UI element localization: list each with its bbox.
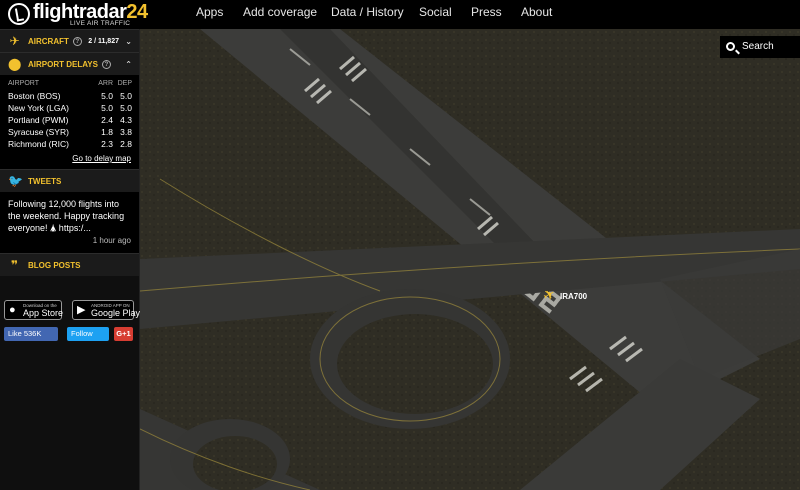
dep-delay: 4.3 (120, 115, 132, 125)
delays-panel: AIRPORT ARR DEP Boston (BOS) 5.0 5.0 New… (0, 75, 139, 169)
google-plus-button[interactable]: G+1 (114, 327, 133, 341)
airport-name: Syracuse (SYR) (8, 127, 69, 137)
table-row[interactable]: Richmond (RIC) 2.3 2.8 (8, 138, 132, 150)
col-dep: DEP (117, 80, 132, 87)
table-row[interactable]: Syracuse (SYR) 1.8 3.8 (8, 126, 132, 138)
quote-icon: ❞ (10, 258, 19, 272)
help-icon[interactable]: ? (101, 60, 111, 69)
location-pin-icon: ⬤ (8, 57, 22, 71)
chevron-up-icon[interactable]: ⌃ (125, 53, 132, 76)
arr-delay: 2.4 (101, 115, 113, 125)
nav-social[interactable]: Social (419, 0, 452, 29)
google-play-label: Google Play (91, 308, 141, 318)
logo-icon (8, 3, 30, 25)
plane-icon: ✈ (9, 34, 20, 48)
arr-delay: 5.0 (101, 91, 113, 101)
play-icon: ▶ (77, 304, 86, 316)
col-airport: AIRPORT (8, 80, 39, 87)
arr-delay: 2.3 (101, 139, 113, 149)
logo[interactable]: flightradar24 LIVE AIR TRAFFIC (8, 1, 148, 29)
airport-name: New York (LGA) (8, 103, 69, 113)
tweets-title: TWEETS (28, 177, 62, 186)
nav-press[interactable]: Press (471, 0, 502, 29)
tweet-time: 1 hour ago (92, 236, 131, 245)
search-icon (726, 42, 735, 51)
delays-header[interactable]: ⬤ AIRPORT DELAYS? ⌃ (0, 52, 139, 75)
table-row[interactable]: Portland (PWM) 2.4 4.3 (8, 114, 132, 126)
logo-tagline: LIVE AIR TRAFFIC (70, 20, 131, 27)
map-view[interactable] (140, 29, 800, 490)
nav-add-coverage[interactable]: Add coverage (243, 0, 317, 29)
social-buttons: Like 536K Follow G+1 (4, 326, 136, 342)
app-store-label: App Store (23, 308, 64, 318)
twitter-follow-button[interactable]: Follow (67, 327, 109, 341)
delay-map-link[interactable]: Go to delay map (8, 154, 131, 163)
search-button[interactable]: Search (720, 36, 800, 58)
apple-icon: ● (9, 304, 16, 316)
nav-about[interactable]: About (521, 0, 552, 29)
blog-title: BLOG POSTS (28, 261, 81, 270)
airport-name: Portland (PWM) (8, 115, 69, 125)
delays-table: AIRPORT ARR DEP Boston (BOS) 5.0 5.0 New… (8, 79, 132, 150)
top-bar: flightradar24 LIVE AIR TRAFFIC Apps Add … (0, 0, 800, 29)
chevron-down-icon[interactable]: ⌄ (125, 30, 132, 53)
delays-title: AIRPORT DELAYS (28, 60, 98, 69)
aircraft-header[interactable]: ✈ AIRCRAFT? 2 / 11,827 ⌄ (0, 29, 139, 52)
arr-delay: 5.0 (101, 103, 113, 113)
tweet-item[interactable]: Following 12,000 flights into the weeken… (0, 192, 139, 253)
aircraft-title: AIRCRAFT (28, 37, 69, 46)
nav-data-history[interactable]: Data / History (331, 0, 404, 29)
tweet-text: Following 12,000 flights into the weeken… (8, 199, 125, 233)
aircraft-callsign[interactable]: IRA700 (560, 292, 587, 301)
twitter-bird-icon: 🐦 (8, 174, 23, 188)
google-play-button[interactable]: ▶ ANDROID APP ON Google Play (72, 300, 140, 320)
col-arr: ARR (98, 80, 113, 87)
help-icon[interactable]: ? (72, 37, 82, 46)
facebook-like-button[interactable]: Like 536K (4, 327, 58, 341)
dep-delay: 5.0 (120, 91, 132, 101)
aircraft-count: 2 / 11,827 (88, 38, 119, 45)
search-label: Search (742, 41, 774, 52)
dep-delay: 2.8 (120, 139, 132, 149)
nav-apps[interactable]: Apps (196, 0, 223, 29)
app-store-button[interactable]: ● Download on the App Store (4, 300, 64, 320)
airport-name: Boston (BOS) (8, 91, 61, 101)
table-row[interactable]: Boston (BOS) 5.0 5.0 (8, 90, 132, 102)
blog-header[interactable]: ❞ BLOG POSTS (0, 253, 139, 276)
airport-name: Richmond (RIC) (8, 139, 69, 149)
sidebar: ✈ AIRCRAFT? 2 / 11,827 ⌄ ⬤ AIRPORT DELAY… (0, 29, 140, 490)
map-imagery (140, 29, 800, 490)
store-badges: ● Download on the App Store ▶ ANDROID AP… (4, 300, 140, 322)
dep-delay: 5.0 (120, 103, 132, 113)
tweets-header[interactable]: 🐦 TWEETS (0, 169, 139, 192)
dep-delay: 3.8 (120, 127, 132, 137)
arr-delay: 1.8 (101, 127, 113, 137)
table-row[interactable]: New York (LGA) 5.0 5.0 (8, 102, 132, 114)
